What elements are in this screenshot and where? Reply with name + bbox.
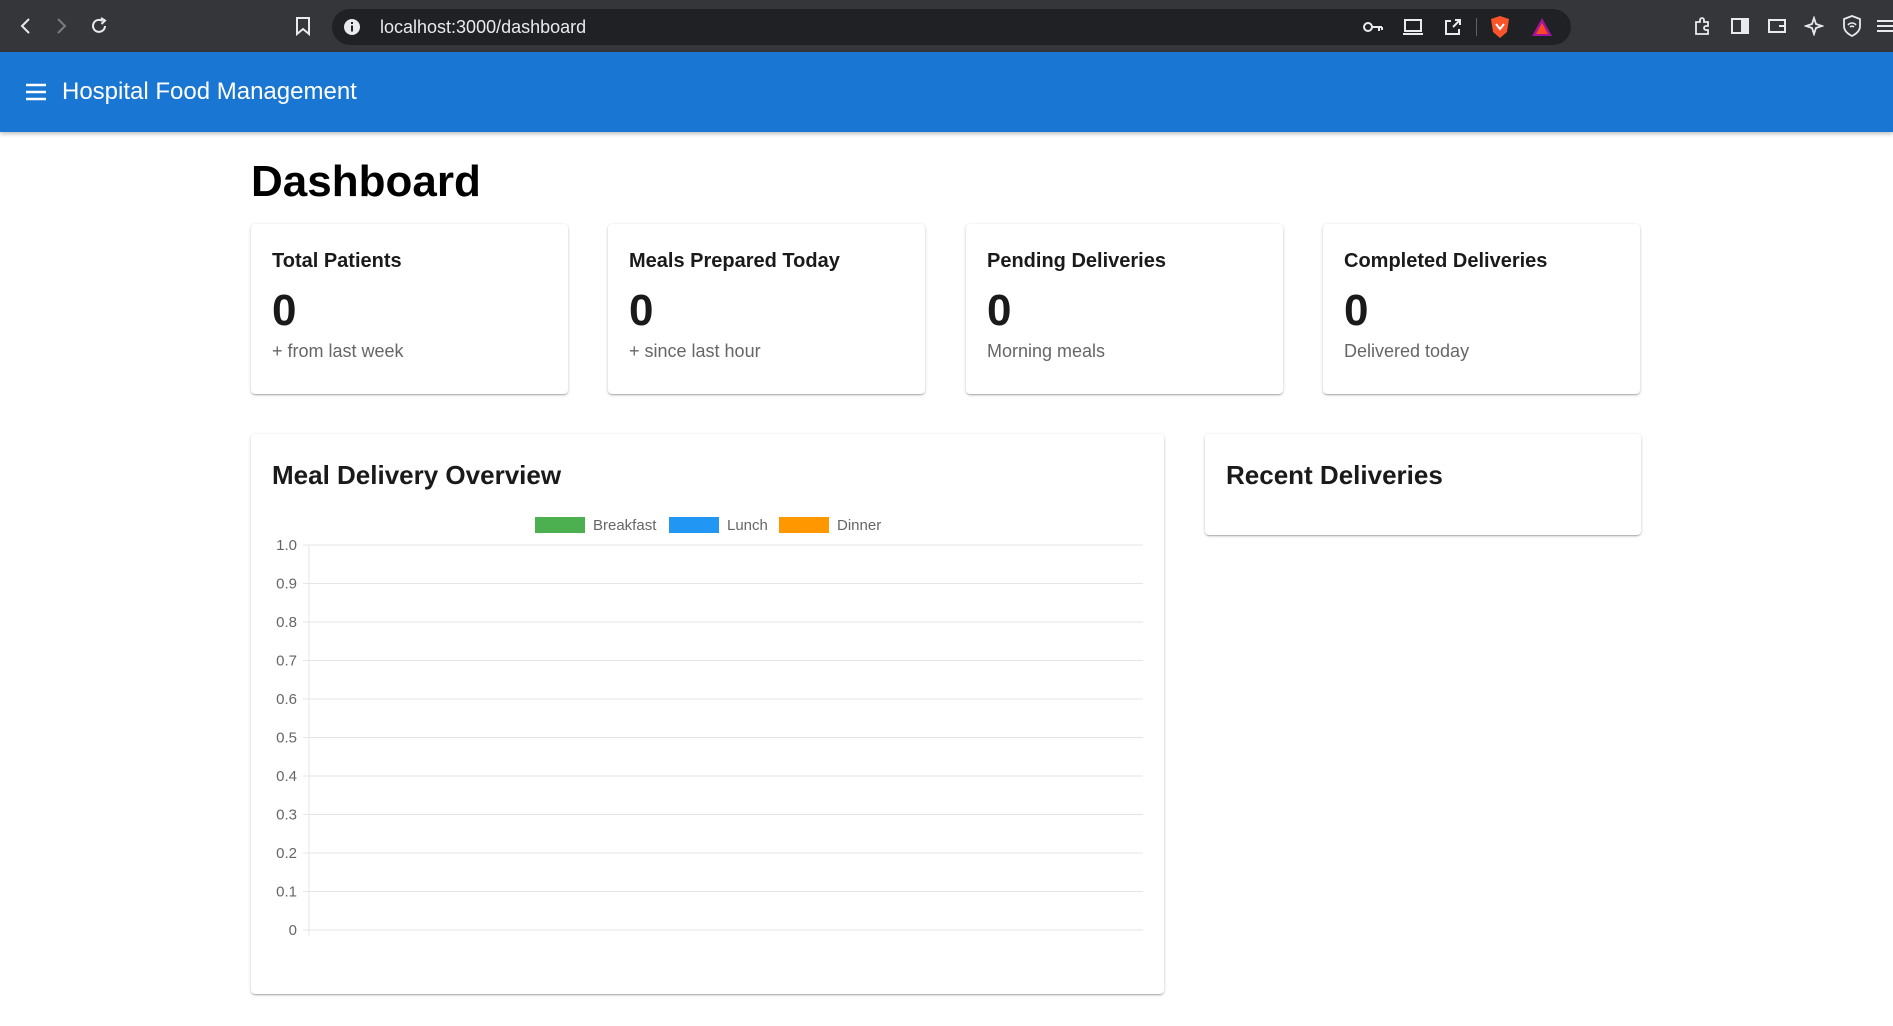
stat-card-completed-deliveries: Completed Deliveries 0 Delivered today xyxy=(1323,224,1640,394)
y-tick-label: 0.2 xyxy=(276,845,297,862)
brave-shields-icon[interactable] xyxy=(1488,15,1512,39)
page-title: Dashboard xyxy=(251,157,481,206)
hamburger-menu-button[interactable] xyxy=(22,78,50,106)
stat-card-total-patients: Total Patients 0 + from last week xyxy=(251,224,568,394)
meal-delivery-overview-card: Meal Delivery Overview Breakfast Lunch Din… xyxy=(251,434,1164,994)
y-tick-label: 0.6 xyxy=(276,691,297,708)
legend-swatch-lunch xyxy=(669,517,719,533)
y-tick-label: 0.4 xyxy=(276,768,297,785)
app-bar: Hospital Food Management xyxy=(0,52,1893,132)
back-button[interactable] xyxy=(12,12,40,40)
stat-card-meals-prepared: Meals Prepared Today 0 + since last hour xyxy=(608,224,925,394)
back-icon xyxy=(20,18,30,34)
hamburger-icon xyxy=(26,83,46,101)
chart-title: Meal Delivery Overview xyxy=(272,460,562,490)
address-bar[interactable]: localhost:3000/dashboard xyxy=(332,9,1571,45)
vpn-icon[interactable] xyxy=(1840,14,1864,38)
legend-label-breakfast: Breakfast xyxy=(593,517,657,534)
stat-title: Pending Deliveries xyxy=(987,250,1166,272)
stat-subtitle: + since last hour xyxy=(629,341,761,361)
y-tick-label: 0.9 xyxy=(276,576,297,593)
legend-label-dinner: Dinner xyxy=(837,517,881,534)
stat-title: Total Patients xyxy=(272,250,402,272)
bookmark-icon xyxy=(296,17,310,36)
stat-card-pending-deliveries: Pending Deliveries 0 Morning meals xyxy=(966,224,1283,394)
y-tick-label: 0 xyxy=(289,922,297,939)
app-title: Hospital Food Management xyxy=(62,78,357,105)
reload-button[interactable] xyxy=(85,12,113,40)
y-tick-label: 0.5 xyxy=(276,730,297,747)
divider xyxy=(1476,18,1477,36)
forward-button[interactable] xyxy=(47,12,75,40)
stat-subtitle: Delivered today xyxy=(1344,341,1470,361)
share-icon[interactable] xyxy=(1442,17,1464,37)
stat-subtitle: Morning meals xyxy=(987,341,1106,361)
brave-rewards-icon[interactable] xyxy=(1530,15,1554,39)
wallet-icon[interactable] xyxy=(1765,14,1789,38)
stat-value: 0 xyxy=(987,286,1012,335)
recent-deliveries-card: Recent Deliveries xyxy=(1205,434,1641,535)
stat-value: 0 xyxy=(1344,286,1369,335)
reload-icon xyxy=(92,17,107,33)
meal-delivery-chart: Breakfast Lunch Dinner 1.0 0.9 0.8 0.7 0.6 0.5 0.… xyxy=(276,517,1143,939)
y-tick-label: 0.3 xyxy=(276,807,297,824)
site-info-icon[interactable] xyxy=(342,17,362,37)
forward-icon xyxy=(57,18,67,34)
stat-value: 0 xyxy=(272,286,297,335)
stat-subtitle: + from last week xyxy=(272,341,404,361)
bookmark-button[interactable] xyxy=(289,12,317,40)
y-tick-label: 0.8 xyxy=(276,614,297,631)
menu-icon[interactable] xyxy=(1875,14,1893,38)
legend-swatch-dinner xyxy=(779,517,829,533)
y-tick-label: 1.0 xyxy=(276,537,297,554)
extensions-icon[interactable] xyxy=(1690,14,1714,38)
stat-title: Meals Prepared Today xyxy=(629,250,840,272)
leo-ai-icon[interactable] xyxy=(1802,14,1826,38)
stat-value: 0 xyxy=(629,286,654,335)
y-tick-label: 0.7 xyxy=(276,653,297,670)
browser-toolbar: localhost:3000/dashboard xyxy=(0,0,1893,52)
y-tick-label: 0.1 xyxy=(276,884,297,901)
legend-label-lunch: Lunch xyxy=(727,517,768,534)
stat-title: Completed Deliveries xyxy=(1344,250,1548,272)
password-key-icon[interactable] xyxy=(1362,17,1384,37)
install-app-icon[interactable] xyxy=(1402,17,1424,37)
legend-swatch-breakfast xyxy=(535,517,585,533)
url-text[interactable]: localhost:3000/dashboard xyxy=(380,9,586,45)
sidebar-icon[interactable] xyxy=(1728,14,1752,38)
recent-deliveries-title: Recent Deliveries xyxy=(1226,460,1443,490)
